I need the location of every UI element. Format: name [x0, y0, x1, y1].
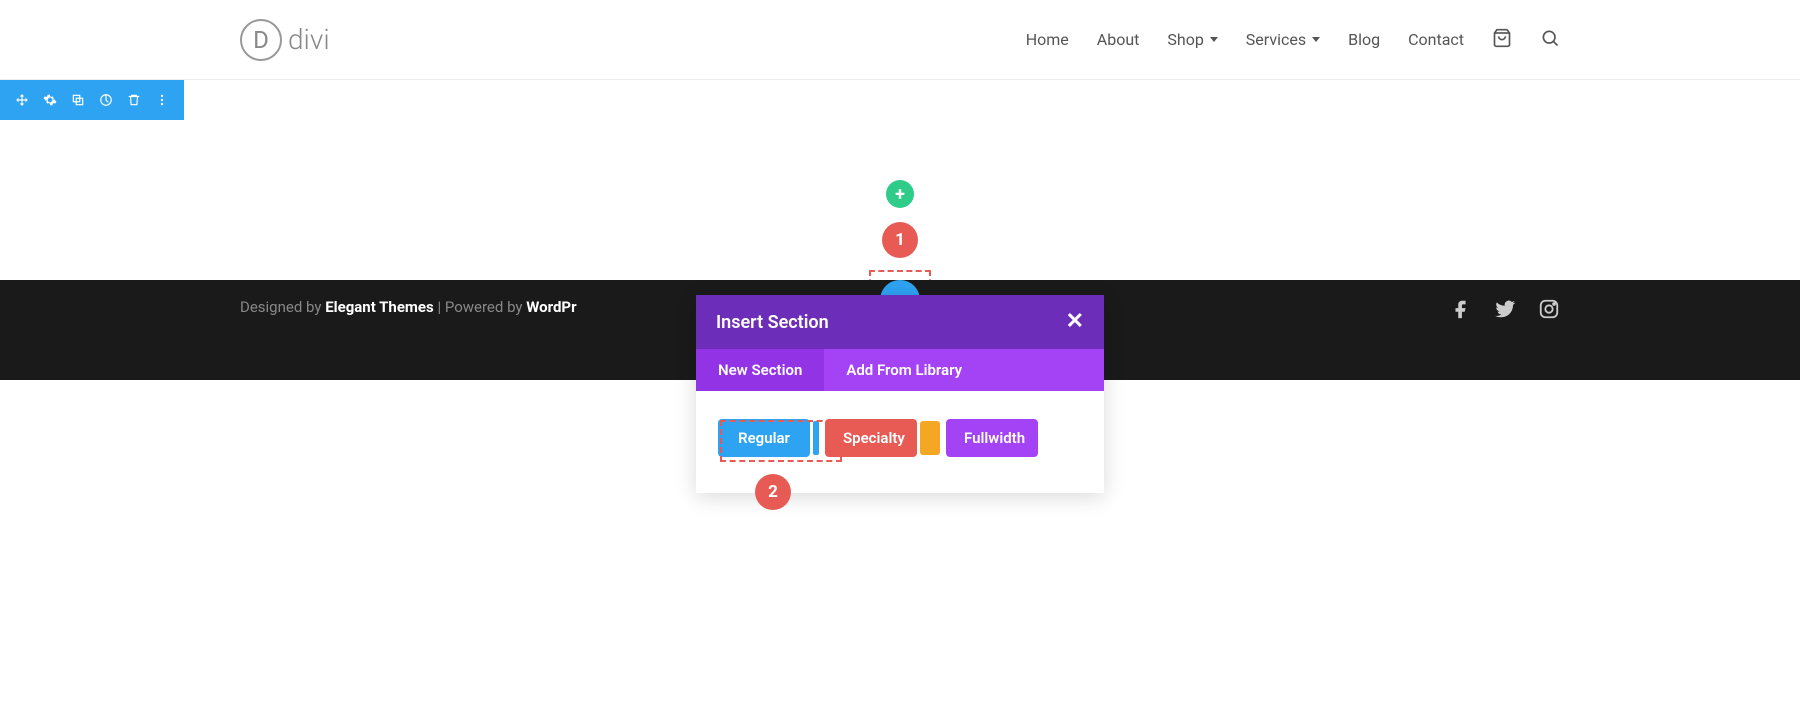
modal-tabs: New Section Add From Library [696, 349, 1104, 391]
plus-icon: + [895, 184, 905, 205]
tab-new-section[interactable]: New Section [696, 349, 824, 391]
modal-title: Insert Section [716, 312, 829, 333]
instagram-icon[interactable] [1538, 298, 1560, 324]
save-icon[interactable] [92, 80, 120, 120]
gear-icon[interactable] [36, 80, 64, 120]
footer-platform-link[interactable]: WordPr [526, 298, 576, 316]
chevron-down-icon [1312, 37, 1320, 42]
cart-icon[interactable] [1492, 28, 1512, 52]
nav-shop-label: Shop [1167, 30, 1203, 49]
section-type-specialty-group: Specialty [825, 419, 940, 457]
nav-services[interactable]: Services [1246, 30, 1320, 49]
modal-header: Insert Section ✕ [696, 295, 1104, 349]
footer-credits: Designed by Elegant Themes | Powered by … [240, 298, 577, 316]
search-icon[interactable] [1540, 28, 1560, 52]
facebook-icon[interactable] [1450, 298, 1472, 324]
chevron-down-icon [1210, 37, 1218, 42]
annotation-highlight-2 [720, 420, 842, 462]
twitter-icon[interactable] [1494, 298, 1516, 324]
tab-add-from-library[interactable]: Add From Library [824, 349, 984, 391]
trash-icon[interactable] [120, 80, 148, 120]
logo-icon: D [240, 19, 282, 61]
close-icon[interactable]: ✕ [1066, 311, 1084, 333]
section-type-fullwidth-group: Fullwidth [946, 419, 1038, 457]
nav-home[interactable]: Home [1026, 30, 1069, 49]
annotation-badge-2: 2 [755, 474, 791, 510]
annotation-badge-1: 1 [882, 222, 918, 258]
nav-shop[interactable]: Shop [1167, 30, 1217, 49]
move-icon[interactable] [8, 80, 36, 120]
nav-contact[interactable]: Contact [1408, 30, 1464, 49]
logo[interactable]: D divi [240, 19, 330, 61]
footer-designer-link[interactable]: Elegant Themes [325, 298, 434, 316]
main-nav: Home About Shop Services Blog Contact [1026, 28, 1560, 52]
more-icon[interactable] [148, 80, 176, 120]
insert-section-modal: Insert Section ✕ New Section Add From Li… [696, 295, 1104, 493]
nav-about[interactable]: About [1097, 30, 1140, 49]
nav-services-label: Services [1246, 30, 1306, 49]
social-links [1450, 298, 1560, 324]
nav-blog[interactable]: Blog [1348, 30, 1380, 49]
section-type-fullwidth-button[interactable]: Fullwidth [946, 419, 1038, 457]
duplicate-icon[interactable] [64, 80, 92, 120]
logo-text: divi [288, 23, 330, 56]
site-header: D divi Home About Shop Services Blog Con… [0, 0, 1800, 80]
specialty-chip-icon [920, 421, 940, 455]
add-row-button[interactable]: + [886, 180, 914, 208]
section-toolbar [0, 80, 184, 120]
